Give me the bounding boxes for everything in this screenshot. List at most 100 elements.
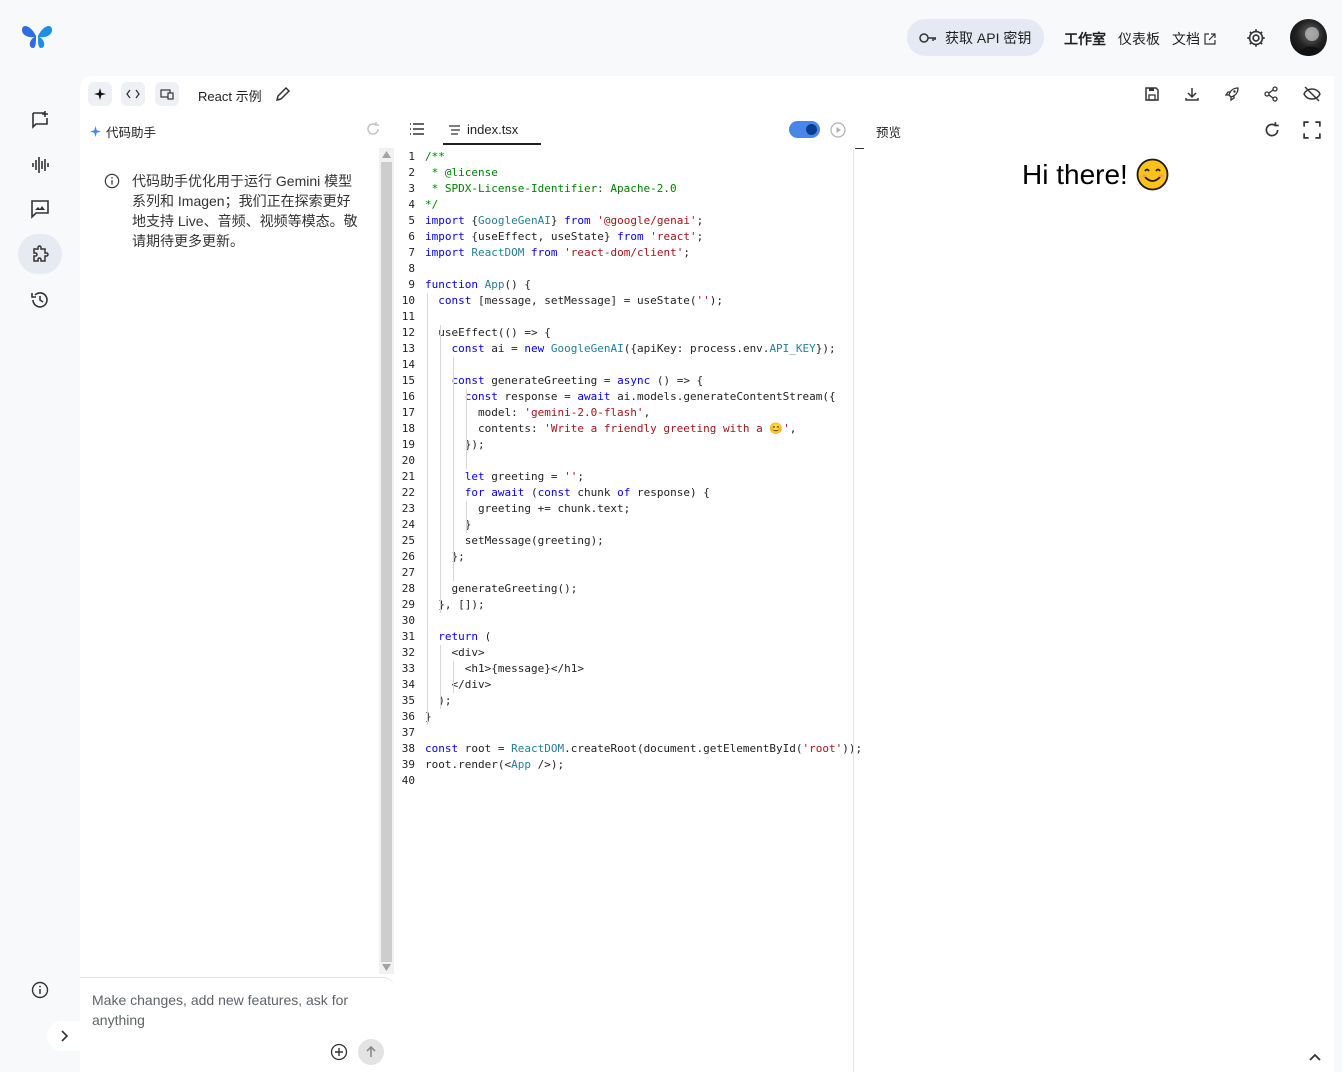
share-icon (1264, 86, 1278, 102)
app-logo-icon[interactable] (20, 22, 54, 50)
line-number: 10 (401, 294, 415, 307)
smiling-face-emoji-icon (1136, 158, 1169, 191)
nav-docs[interactable]: 文档 (1172, 29, 1216, 49)
external-link-icon (1204, 33, 1216, 45)
assistant-notice: 代码助手优化用于运行 Gemini 模型系列和 Imagen；我们正在探索更好地… (104, 171, 364, 251)
indent-guide (427, 293, 428, 725)
line-text: let greeting = ''; (464, 470, 584, 483)
line-number: 31 (401, 630, 415, 643)
rail-history-button[interactable] (18, 280, 62, 320)
autorun-toggle[interactable] (789, 121, 820, 138)
line-number: 3 (408, 182, 415, 195)
line-text: contents: 'Write a friendly greeting wit… (425, 422, 797, 435)
rail-stream-button[interactable] (18, 145, 62, 185)
play-icon[interactable] (830, 122, 846, 138)
pencil-icon (275, 86, 291, 102)
line-number: 18 (401, 422, 415, 435)
line-text: } (425, 710, 432, 723)
rail-info-button[interactable] (18, 970, 62, 1010)
share-button[interactable] (1261, 84, 1281, 104)
line-number: 4 (408, 198, 415, 211)
expand-sidebar-button[interactable] (47, 1021, 80, 1051)
line-text: * SPDX-License-Identifier: Apache-2.0 (425, 182, 677, 195)
preview-label: 预览 (876, 126, 902, 140)
project-title[interactable]: React 示例 (198, 86, 262, 105)
hide-preview-button[interactable] (1302, 84, 1322, 104)
api-key-label: 获取 API 密钥 (945, 29, 1032, 46)
line-number: 14 (401, 358, 415, 371)
rocket-icon (1224, 87, 1239, 102)
indent-guide (466, 501, 467, 533)
indent-guide (453, 357, 454, 581)
nav-docs-label: 文档 (1172, 31, 1200, 47)
line-number: 28 (401, 582, 415, 595)
device-mode-button[interactable] (155, 82, 179, 106)
user-avatar[interactable] (1290, 19, 1327, 56)
editor-preview-divider[interactable] (853, 148, 854, 1072)
nav-dashboard[interactable]: 仪表板 (1118, 29, 1160, 49)
line-number: 30 (401, 614, 415, 627)
nav-studio[interactable]: 工作室 (1064, 29, 1106, 49)
line-number: 25 (401, 534, 415, 547)
get-api-key-button[interactable]: 获取 API 密钥 (907, 19, 1044, 56)
preview-heading: Hi there! 😊 (1022, 158, 1169, 191)
send-button[interactable] (358, 1039, 384, 1065)
file-tab-label: index.tsx (467, 122, 519, 137)
scroll-up-icon[interactable] (382, 151, 391, 158)
line-text: root.render(<App />); (425, 758, 565, 771)
code-icon (126, 89, 140, 99)
line-number: 8 (408, 262, 415, 275)
refresh-icon[interactable] (1263, 121, 1281, 139)
rail-media-button[interactable] (18, 189, 62, 229)
line-number: 32 (401, 646, 415, 659)
line-text: <div> (425, 646, 485, 659)
assistant-mode-button[interactable] (88, 82, 112, 106)
scroll-down-icon[interactable] (382, 964, 391, 971)
info-icon (104, 173, 120, 189)
fullscreen-icon[interactable] (1303, 121, 1321, 139)
line-number: 39 (401, 758, 415, 771)
code-editor[interactable]: 1 /** 2 * @license 3 * SPDX-License-Identif… (396, 148, 864, 1072)
line-number: 35 (401, 694, 415, 707)
line-number: 9 (408, 278, 415, 291)
info-icon (31, 981, 49, 999)
line-number: 1 (408, 150, 415, 163)
download-button[interactable] (1182, 84, 1202, 104)
scrollbar-thumb[interactable] (381, 162, 392, 962)
line-number: 37 (401, 726, 415, 739)
line-number: 21 (401, 470, 415, 483)
rail-chat-button[interactable] (18, 100, 62, 140)
line-text: const [message, setMessage] = useState('… (438, 294, 724, 307)
rename-button[interactable] (273, 84, 293, 104)
add-icon[interactable] (330, 1043, 348, 1061)
eye-off-icon (1303, 86, 1321, 102)
line-number: 5 (408, 214, 415, 227)
notice-text: 代码助手优化用于运行 Gemini 模型系列和 Imagen；我们正在探索更好地… (132, 173, 358, 249)
file-list-icon[interactable] (409, 123, 425, 135)
line-text: for await (const chunk of response) { (464, 486, 710, 499)
line-number: 36 (401, 710, 415, 723)
line-number: 2 (408, 166, 415, 179)
gear-icon[interactable] (1245, 27, 1267, 49)
line-text: }); (425, 438, 485, 451)
assistant-scrollbar[interactable] (379, 148, 394, 974)
line-text: import {GoogleGenAI} from '@google/genai… (425, 214, 704, 227)
code-mode-button[interactable] (121, 82, 145, 106)
line-text: generateGreeting(); (425, 582, 578, 595)
download-icon (1185, 88, 1199, 101)
line-text: <h1>{message}</h1> (425, 662, 584, 675)
save-button[interactable] (1142, 84, 1162, 104)
deploy-button[interactable] (1222, 84, 1242, 104)
reset-chat-icon[interactable] (365, 121, 381, 137)
line-number: 40 (401, 774, 415, 787)
save-icon (1145, 87, 1159, 101)
line-number: 19 (401, 438, 415, 451)
chevron-up-icon[interactable] (1308, 1050, 1322, 1064)
rail-build-button[interactable] (18, 234, 62, 274)
preview-heading-text: Hi there! (1022, 158, 1128, 190)
tab-index-tsx[interactable]: index.tsx (448, 122, 518, 137)
chat-input[interactable]: Make changes, add new features, ask for … (92, 990, 372, 1030)
editor-scroll-marker (855, 148, 864, 149)
line-text: } (425, 518, 472, 531)
line-number: 17 (401, 406, 415, 419)
